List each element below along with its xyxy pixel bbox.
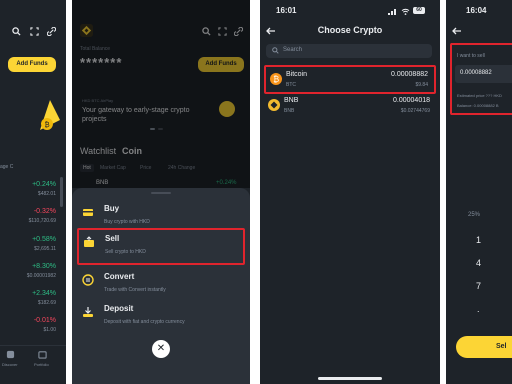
change-value: +0.24% bbox=[32, 181, 56, 188]
portfolio-icon[interactable] bbox=[38, 350, 47, 359]
available-balance: Balance: 0.00008882 B bbox=[457, 103, 499, 108]
keypad-key-dot[interactable]: . bbox=[477, 304, 480, 314]
sell-icon bbox=[83, 236, 97, 250]
menu-item-deposit[interactable]: Deposit Deposit with fiat and crypto cur… bbox=[78, 300, 244, 336]
change-value: +2.34% bbox=[32, 290, 56, 297]
sheet-handle[interactable] bbox=[151, 192, 171, 194]
menu-item-subtitle: Deposit with fiat and crypto currency bbox=[104, 319, 185, 325]
discover-icon[interactable] bbox=[6, 350, 15, 359]
search-placeholder: Search bbox=[283, 47, 303, 53]
bnb-icon bbox=[268, 99, 280, 111]
screen-sell-amount: 16:04 I want to sell 0.00008882 Estimate… bbox=[446, 0, 512, 384]
search-icon bbox=[272, 47, 279, 54]
link-icon[interactable] bbox=[47, 27, 56, 36]
coin-name: BNB bbox=[284, 97, 299, 104]
scrollbar[interactable] bbox=[60, 177, 63, 207]
bitcoin-promo-icon: ₿ bbox=[36, 100, 60, 138]
coin-fiat: $0.02744769 bbox=[400, 108, 430, 114]
add-funds-button[interactable]: Add Funds bbox=[8, 57, 56, 72]
svg-text:₿: ₿ bbox=[273, 75, 279, 84]
nav-discover[interactable]: Discover bbox=[2, 362, 18, 367]
bitcoin-icon: ₿ bbox=[270, 73, 282, 85]
back-arrow-icon[interactable] bbox=[452, 27, 462, 35]
list-item-bnb[interactable]: BNB BNB 0.00004018 $0.02744769 bbox=[264, 94, 436, 123]
search-field[interactable]: Search bbox=[266, 44, 432, 58]
status-time: 16:01 bbox=[276, 6, 297, 15]
signal-icon bbox=[388, 8, 398, 15]
menu-item-convert[interactable]: Convert Trade with Convert instantly bbox=[78, 268, 244, 304]
sell-amount-panel: I want to sell 0.00008882 Estimated pric… bbox=[450, 43, 512, 115]
menu-item-title: Buy bbox=[104, 204, 120, 213]
convert-icon bbox=[82, 274, 96, 288]
sell-amount-input[interactable]: 0.00008882 bbox=[455, 65, 512, 83]
home-indicator bbox=[318, 377, 382, 380]
menu-item-sell[interactable]: Sell Sell crypto to HKD bbox=[77, 228, 245, 265]
menu-item-title: Deposit bbox=[104, 304, 134, 313]
overlay-scrim[interactable] bbox=[72, 0, 250, 188]
divider bbox=[0, 345, 66, 346]
coin-symbol: BTC bbox=[286, 82, 296, 88]
nav-portfolio[interactable]: Portfolio bbox=[34, 362, 49, 367]
price-value: $110,720.69 bbox=[28, 218, 56, 224]
battery-indicator: 60 bbox=[413, 7, 425, 14]
menu-item-title: Sell bbox=[105, 234, 120, 243]
change-value: -0.01% bbox=[33, 317, 56, 324]
menu-item-subtitle: Trade with Convert instantly bbox=[104, 287, 166, 293]
price-value: $182.69 bbox=[37, 300, 56, 306]
coin-amount: 0.00004018 bbox=[393, 97, 430, 104]
change-value: -0.32% bbox=[33, 208, 56, 215]
keypad-key-4[interactable]: 4 bbox=[476, 258, 481, 268]
sell-button[interactable]: Sel bbox=[456, 336, 512, 358]
screen-choose-crypto: 16:01 60 Choose Crypto Search ₿ Bitcoin … bbox=[260, 0, 440, 384]
buy-icon bbox=[82, 206, 96, 220]
price-value: $1.00 bbox=[43, 327, 56, 333]
action-sheet: Buy Buy crypto with HKD Sell Sell crypto… bbox=[72, 188, 250, 384]
percent-25-button[interactable]: 25% bbox=[468, 212, 480, 218]
svg-text:₿: ₿ bbox=[45, 121, 50, 129]
price-value: $482.01 bbox=[37, 191, 56, 197]
want-to-sell-label: I want to sell bbox=[457, 53, 485, 59]
status-time: 16:04 bbox=[466, 6, 487, 15]
search-icon[interactable] bbox=[12, 27, 21, 36]
wifi-icon bbox=[401, 8, 410, 15]
coin-name: Bitcoin bbox=[286, 71, 308, 78]
menu-item-subtitle: Sell crypto to HKD bbox=[105, 249, 146, 255]
page-title: Choose Crypto bbox=[317, 25, 383, 35]
coin-amount: 0.00008882 bbox=[391, 71, 428, 78]
list-item-bitcoin[interactable]: ₿ Bitcoin BTC 0.00008882 $9.84 bbox=[264, 65, 436, 94]
screen-home-action-sheet: Total Balance ******* Add Funds HKD BTC … bbox=[72, 0, 250, 384]
scan-icon[interactable] bbox=[30, 27, 39, 36]
price-value: $0.00001982 bbox=[26, 273, 56, 279]
coin-fiat: $9.84 bbox=[415, 82, 428, 88]
coin-symbol: BNB bbox=[284, 108, 295, 114]
menu-item-subtitle: Buy crypto with HKD bbox=[104, 219, 150, 225]
keypad-key-1[interactable]: 1 bbox=[476, 235, 481, 245]
menu-item-title: Convert bbox=[104, 272, 135, 281]
close-button[interactable]: ✕ bbox=[152, 340, 170, 358]
price-value: $2,695.11 bbox=[34, 246, 56, 252]
estimated-price: Estimated price ??? HKD bbox=[457, 93, 502, 98]
keypad-key-7[interactable]: 7 bbox=[476, 281, 481, 291]
section-label: age C bbox=[0, 164, 14, 170]
screen-home-partial: Add Funds ₿ age C +0.24% $482.01 -0.32% … bbox=[0, 0, 66, 384]
sell-amount-value: 0.00008882 bbox=[460, 70, 492, 76]
deposit-icon bbox=[82, 306, 96, 320]
change-value: +8.30% bbox=[32, 263, 56, 270]
change-value: +0.58% bbox=[32, 236, 56, 243]
